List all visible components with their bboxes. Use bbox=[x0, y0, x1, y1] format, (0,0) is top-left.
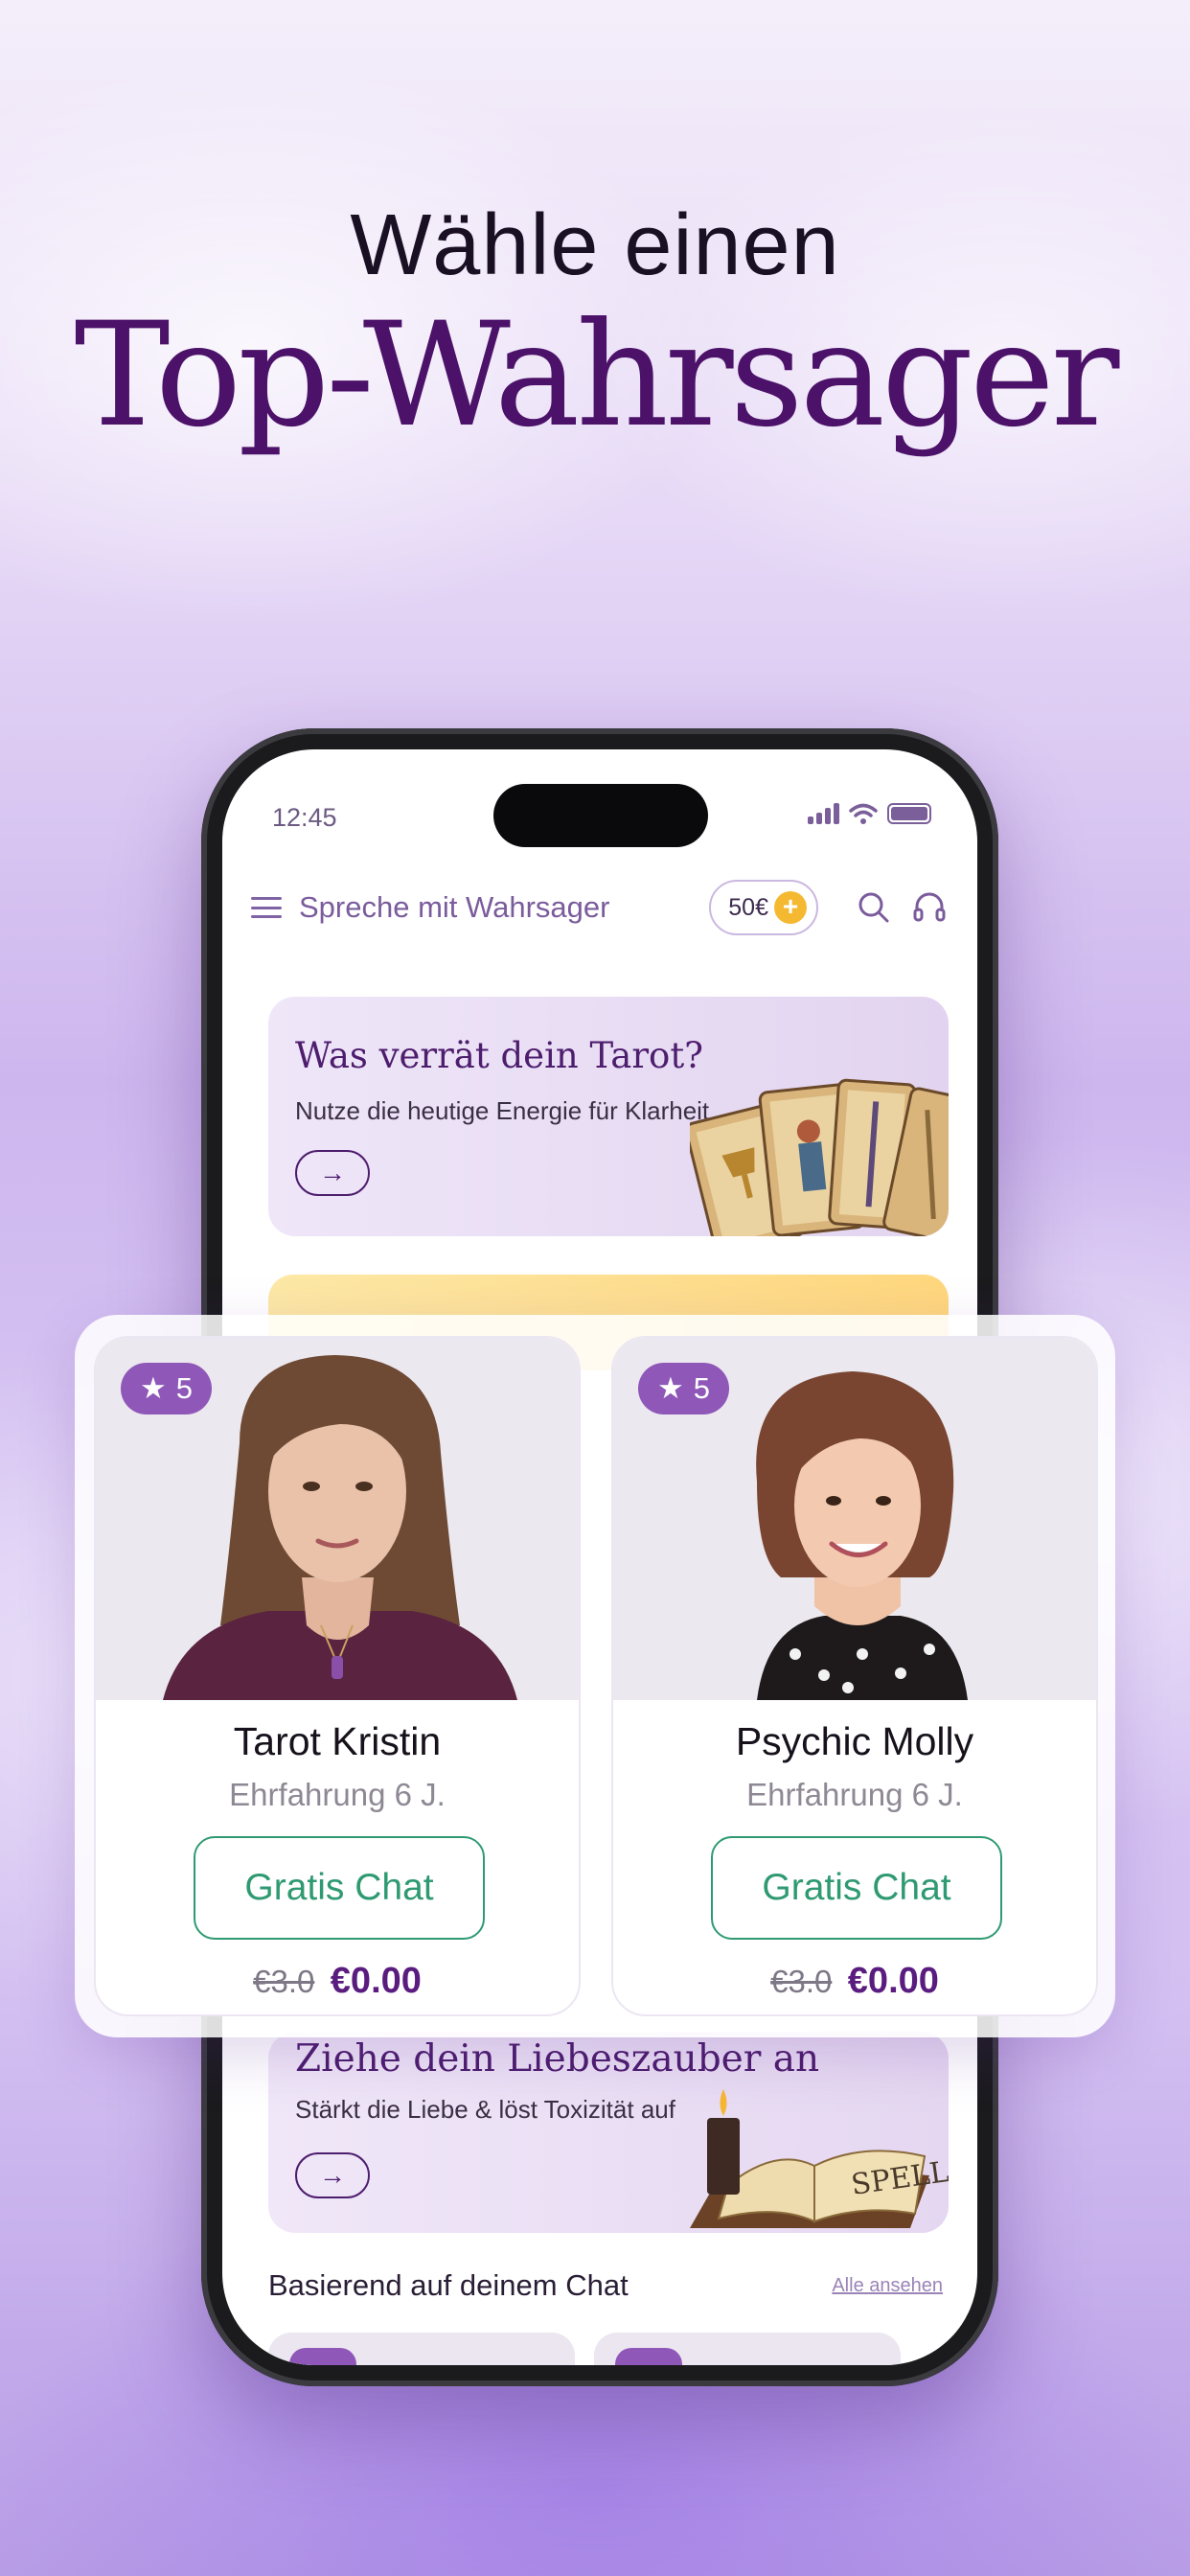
free-chat-button[interactable]: Gratis Chat bbox=[194, 1836, 485, 1940]
dynamic-island bbox=[493, 784, 708, 847]
rating-badge bbox=[289, 2348, 356, 2365]
advisor-card[interactable]: ★ 5 Tarot Kristin Ehrfahrung 6 J. Gratis… bbox=[94, 1336, 581, 2016]
battery-icon bbox=[887, 803, 931, 824]
tarot-promo-arrow-button[interactable]: → bbox=[295, 1150, 370, 1196]
love-promo-subtitle: Stärkt die Liebe & löst Toxizität auf bbox=[295, 2095, 675, 2124]
menu-icon[interactable] bbox=[251, 897, 282, 918]
section-title: Basierend auf deinem Chat bbox=[268, 2268, 629, 2302]
spell-book-illustration: SPELL bbox=[690, 2089, 949, 2228]
tarot-promo-title: Was verrät dein Tarot? bbox=[295, 1035, 704, 1076]
old-price: €3.0 bbox=[770, 1964, 833, 1999]
tarot-promo-banner[interactable]: Was verrät dein Tarot? Nutze die heutige… bbox=[268, 997, 949, 1236]
price-row: €3.0 €0.00 bbox=[96, 1961, 579, 2002]
suggested-advisor-card[interactable] bbox=[268, 2333, 575, 2365]
rating-badge: ★ 5 bbox=[638, 1363, 730, 1414]
suggested-advisor-card[interactable] bbox=[594, 2333, 901, 2365]
free-chat-button[interactable]: Gratis Chat bbox=[711, 1836, 1002, 1940]
tarot-promo-subtitle: Nutze die heutige Energie für Klarheit bbox=[295, 1096, 710, 1125]
advisor-card[interactable]: ★ 5 Psychic Molly Ehrfahrung 6 J. Gratis… bbox=[611, 1336, 1098, 2016]
tarot-cards-illustration bbox=[690, 1078, 949, 1236]
status-icons bbox=[808, 803, 931, 824]
rating-value: 5 bbox=[693, 1371, 711, 1405]
advisor-name: Psychic Molly bbox=[735, 1719, 974, 1763]
balance-button[interactable]: 50€ + bbox=[709, 880, 818, 935]
advisor-cards-panel: ★ 5 Tarot Kristin Ehrfahrung 6 J. Gratis… bbox=[75, 1315, 1115, 2037]
new-price: €0.00 bbox=[330, 1961, 422, 2001]
see-all-link[interactable]: Alle ansehen bbox=[832, 2275, 943, 2297]
advisor-name: Tarot Kristin bbox=[233, 1719, 442, 1763]
headset-icon[interactable] bbox=[910, 888, 949, 927]
search-icon[interactable] bbox=[855, 888, 893, 927]
signal-icon bbox=[808, 803, 839, 824]
new-price: €0.00 bbox=[847, 1961, 939, 2001]
advisor-experience: Ehrfahrung 6 J. bbox=[229, 1777, 446, 1812]
app-header: Spreche mit Wahrsager 50€ + bbox=[251, 874, 949, 941]
wifi-icon bbox=[849, 803, 878, 824]
rating-value: 5 bbox=[175, 1371, 194, 1405]
love-promo-arrow-button[interactable]: → bbox=[295, 2152, 370, 2198]
star-icon: ★ bbox=[140, 1371, 167, 1405]
balance-amount: 50€ bbox=[728, 893, 768, 921]
rating-badge bbox=[615, 2348, 682, 2365]
price-row: €3.0 €0.00 bbox=[613, 1961, 1096, 2002]
love-spell-promo-banner[interactable]: Ziehe dein Liebeszauber an Stärkt die Li… bbox=[268, 2032, 949, 2233]
star-icon: ★ bbox=[657, 1371, 684, 1405]
headline: Wähle einen Top-Wahrsager bbox=[0, 196, 1190, 452]
old-price: €3.0 bbox=[253, 1964, 315, 1999]
rating-badge: ★ 5 bbox=[121, 1363, 213, 1414]
status-time: 12:45 bbox=[272, 803, 337, 832]
headline-line1: Wähle einen bbox=[350, 197, 840, 293]
suggested-advisors-row bbox=[268, 2333, 977, 2365]
headline-line2: Top-Wahrsager bbox=[74, 292, 1120, 459]
add-credit-icon[interactable]: + bbox=[774, 891, 807, 924]
advisor-experience: Ehrfahrung 6 J. bbox=[746, 1777, 963, 1812]
app-title: Spreche mit Wahrsager bbox=[299, 890, 610, 924]
